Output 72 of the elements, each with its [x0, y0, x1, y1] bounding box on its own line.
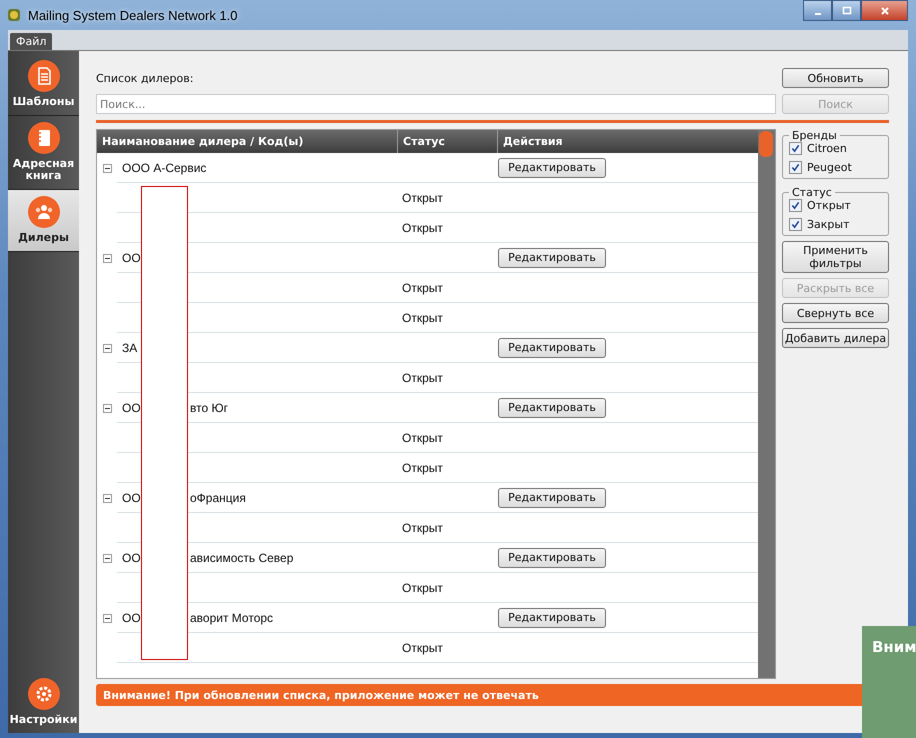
menu-item[interactable]: Файл	[10, 33, 52, 50]
checkbox-label: Закрыт	[807, 218, 850, 231]
collapse-icon[interactable]	[103, 404, 112, 412]
sidebar-item[interactable]: Дилеры	[8, 190, 79, 252]
maximize-button[interactable]	[832, 0, 861, 21]
status-cell: Открыт	[402, 520, 443, 534]
edit-button[interactable]: Редактировать	[498, 398, 606, 418]
group-title: Статус	[791, 186, 833, 199]
scrollbar[interactable]	[758, 130, 775, 678]
checkbox[interactable]	[789, 218, 802, 231]
action-button[interactable]: Применить фильтры	[782, 241, 889, 273]
dealer-name: ЗА	[122, 341, 138, 355]
dealer-name: оФранция	[190, 491, 246, 505]
document-icon	[28, 60, 60, 92]
edit-button[interactable]: Редактировать	[498, 158, 606, 178]
status-cell: Открыт	[402, 580, 443, 594]
notebook-icon	[28, 122, 60, 154]
scrollbar-thumb[interactable]	[759, 131, 773, 157]
window-title: Mailing System Dealers Network 1.0	[28, 8, 238, 22]
edit-button[interactable]: Редактировать	[498, 548, 606, 568]
minimize-button[interactable]	[803, 0, 832, 21]
close-button[interactable]	[861, 0, 908, 21]
checkbox[interactable]	[789, 142, 802, 155]
search-field[interactable]: Поиск...	[96, 94, 776, 114]
close-icon	[880, 6, 890, 16]
gear-icon	[28, 678, 60, 710]
edit-button[interactable]: Редактировать	[498, 338, 606, 358]
refresh-button[interactable]: Обновить	[782, 68, 889, 88]
edit-button[interactable]: Редактировать	[498, 248, 606, 268]
edit-button[interactable]: Редактировать	[498, 608, 606, 628]
checkbox-label: Открыт	[807, 199, 851, 212]
group-title: Бренды	[791, 129, 838, 142]
status-cell: Открыт	[402, 220, 443, 234]
sidebar-item[interactable]: Настройки	[8, 672, 79, 733]
list-label: Список дилеров:	[96, 72, 194, 84]
collapse-icon[interactable]	[103, 164, 112, 172]
sidebar-item[interactable]: Шаблоны	[8, 54, 79, 116]
status-cell: Открыт	[402, 640, 443, 654]
dealer-name: вто Юг	[190, 401, 228, 415]
minimize-icon	[814, 12, 820, 14]
status-cell: Открыт	[402, 280, 443, 294]
dealer-name: ОО	[122, 491, 141, 505]
action-button[interactable]: Свернуть все	[782, 303, 889, 323]
dealer-name: аворит Моторс	[190, 611, 274, 625]
status-cell: Открыт	[402, 460, 443, 474]
column-header: Действия	[502, 134, 564, 150]
collapse-icon[interactable]	[103, 494, 112, 502]
people-icon	[28, 196, 60, 228]
dealer-name: ОО	[122, 401, 141, 415]
dealer-name: ООО А-Сервис	[122, 161, 206, 175]
maximize-icon	[842, 6, 852, 16]
status-cell: Открыт	[402, 370, 443, 384]
status-cell: Открыт	[402, 430, 443, 444]
notification-title: Вним	[872, 638, 916, 656]
checkbox-label: Citroen	[807, 142, 847, 155]
collapse-icon[interactable]	[103, 254, 112, 262]
column-header: Статус	[398, 130, 498, 153]
status-cell: Открыт	[402, 310, 443, 324]
status-cell: Открыт	[402, 190, 443, 204]
collapse-icon[interactable]	[103, 344, 112, 352]
action-button[interactable]: Добавить дилера	[782, 328, 889, 348]
dealer-name: ОО	[122, 251, 141, 265]
collapse-icon[interactable]	[103, 614, 112, 622]
collapse-icon[interactable]	[103, 554, 112, 562]
checkbox[interactable]	[789, 161, 802, 174]
edit-button[interactable]: Редактировать	[498, 488, 606, 508]
dealer-name: ависимость Север	[190, 551, 294, 565]
dealer-name: ОО	[122, 551, 141, 565]
checkbox-label: Peugeot	[807, 161, 852, 174]
dealer-name: ОО	[122, 611, 141, 625]
checkbox[interactable]	[789, 199, 802, 212]
app-icon	[6, 7, 22, 23]
